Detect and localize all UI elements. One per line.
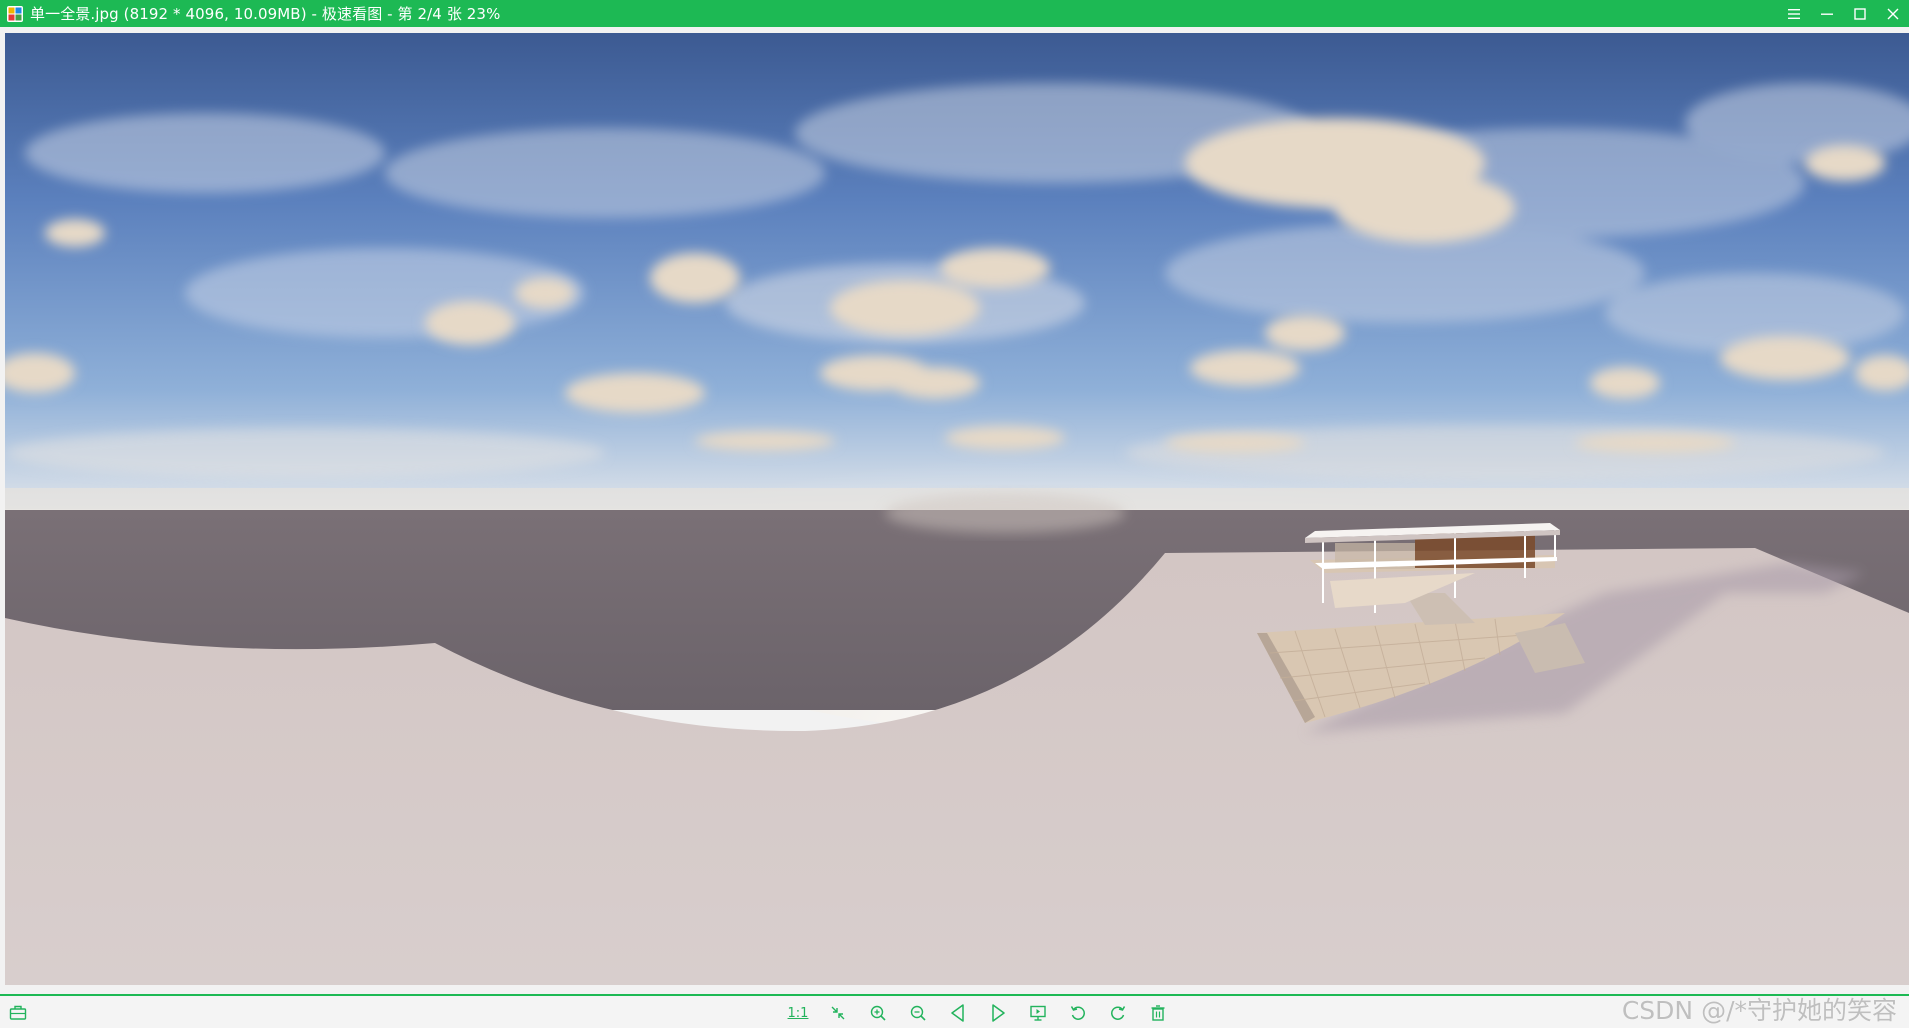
minimize-icon	[1820, 13, 1833, 15]
slideshow-icon	[1030, 1005, 1046, 1021]
fit-window-icon	[831, 1006, 845, 1020]
image-viewer[interactable]	[0, 27, 1909, 994]
previous-button[interactable]	[938, 1000, 978, 1026]
close-button[interactable]	[1876, 0, 1909, 27]
fit-window-button[interactable]	[818, 1000, 858, 1026]
window-controls	[1777, 0, 1909, 27]
previous-icon	[951, 1004, 964, 1022]
zoom-out-button[interactable]	[898, 1000, 938, 1026]
close-icon	[1887, 8, 1898, 19]
slideshow-button[interactable]	[1018, 1000, 1058, 1026]
title-bar: 单一全景.jpg (8192 * 4096, 10.09MB) - 极速看图 -…	[0, 0, 1909, 27]
delete-button[interactable]	[1138, 1000, 1178, 1026]
watermark-text: CSDN @/*守护她的笑容	[1621, 996, 1897, 1025]
toolbar-center: 1:1	[778, 1000, 1178, 1026]
next-button[interactable]	[978, 1000, 1018, 1026]
actual-size-button[interactable]: 1:1	[778, 1000, 818, 1026]
actual-size-label: 1:1	[787, 1005, 809, 1021]
app-logo-icon	[6, 5, 24, 23]
zoom-in-icon	[870, 1005, 886, 1021]
panorama-image[interactable]	[5, 33, 1909, 985]
trash-icon	[1151, 1005, 1165, 1021]
maximize-icon	[1853, 7, 1866, 20]
menu-button[interactable]	[1777, 0, 1810, 27]
toolbox-icon	[9, 1005, 27, 1020]
rotate-right-icon	[1111, 1006, 1126, 1020]
window-title: 单一全景.jpg (8192 * 4096, 10.09MB) - 极速看图 -…	[30, 5, 501, 23]
minimize-button[interactable]	[1810, 0, 1843, 27]
maximize-button[interactable]	[1843, 0, 1876, 27]
panorama-picture	[5, 33, 1909, 985]
next-icon	[992, 1004, 1005, 1022]
zoom-out-icon	[910, 1005, 926, 1021]
rotate-right-button[interactable]	[1098, 1000, 1138, 1026]
menu-icon	[1787, 8, 1800, 19]
zoom-in-button[interactable]	[858, 1000, 898, 1026]
rotate-left-icon	[1070, 1006, 1085, 1020]
toolbox-button[interactable]	[8, 1003, 28, 1023]
rotate-left-button[interactable]	[1058, 1000, 1098, 1026]
